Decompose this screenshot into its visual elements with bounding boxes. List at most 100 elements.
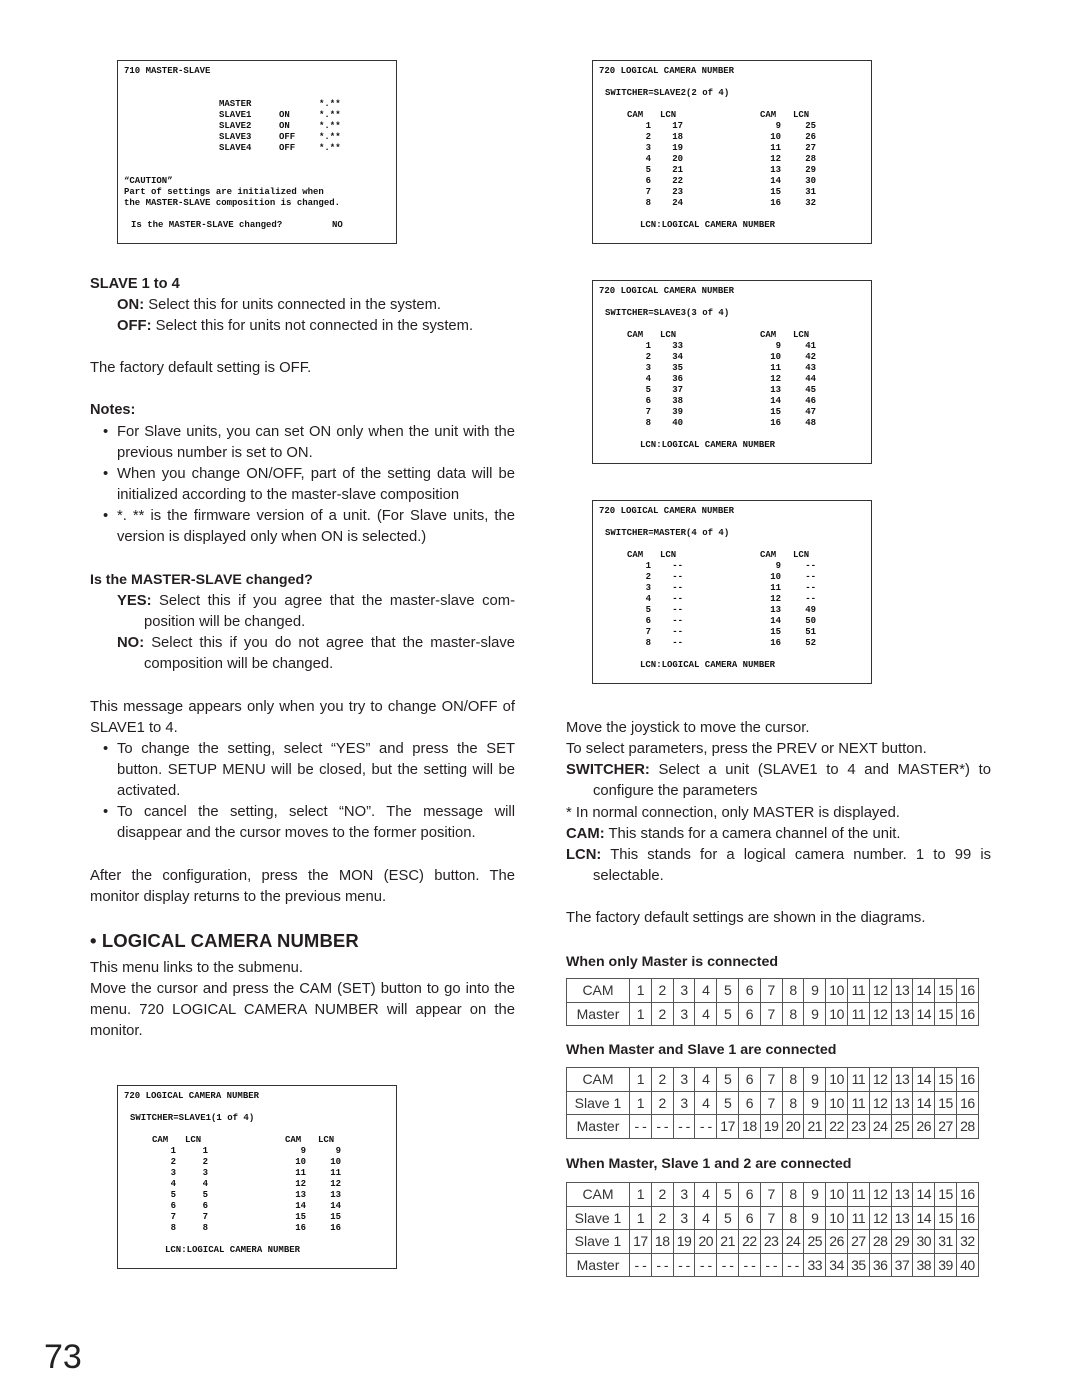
osd-left-lcn-value[interactable]: 1 — [176, 1146, 208, 1157]
osd-right-lcn-value[interactable]: 29 — [785, 165, 816, 176]
table-cell: 40 — [955, 1252, 979, 1277]
osd-right-lcn-value[interactable]: 44 — [785, 374, 816, 385]
osd-right-lcn-value[interactable]: -- — [785, 572, 816, 583]
osd-left-lcn-value[interactable]: 38 — [651, 396, 683, 407]
osd-left-lcn-value[interactable]: 23 — [651, 187, 683, 198]
osd-right-cam-value: 12 — [770, 154, 781, 164]
osd-left-lcn-value[interactable]: 35 — [651, 363, 683, 374]
table-cell: 3 — [672, 1182, 696, 1207]
table-cell: 6 — [737, 1182, 761, 1207]
osd-left-lcn-value[interactable]: 33 — [651, 341, 683, 352]
osd-left-lcn-value[interactable]: 37 — [651, 385, 683, 396]
osd-answer[interactable]: NO — [332, 220, 343, 231]
osd-right-lcn-value[interactable]: 43 — [785, 363, 816, 374]
table-cell: 23 — [759, 1229, 783, 1254]
osd-left-lcn-value[interactable]: 7 — [176, 1212, 208, 1223]
osd-right-cam-value: 16 — [295, 1223, 306, 1233]
osd-right-cam-value: 10 — [770, 352, 781, 362]
table-cell: 11 — [846, 1090, 870, 1115]
osd-right-lcn-value[interactable]: 52 — [785, 638, 816, 649]
osd-left-cam-value: 2 — [645, 352, 651, 362]
table-cell: 10 — [825, 1067, 848, 1092]
osd-right-lcn-value[interactable]: 31 — [785, 187, 816, 198]
table-cell: 2 — [650, 978, 674, 1003]
osd-right-lcn-value[interactable]: -- — [785, 561, 816, 572]
osd-right-lcn-value[interactable]: 50 — [785, 616, 816, 627]
osd-right-lcn-value[interactable]: 51 — [785, 627, 816, 638]
slave-heading: SLAVE 1 to 4 — [90, 276, 180, 292]
osd-header-cam: CAM — [627, 110, 644, 120]
osd-unit-state[interactable]: OFF — [279, 132, 295, 143]
osd-left-lcn-value[interactable]: -- — [651, 594, 683, 605]
osd-right-lcn-value[interactable]: 11 — [310, 1168, 341, 1179]
osd-left-lcn-value[interactable]: 39 — [651, 407, 683, 418]
osd-right-lcn-value[interactable]: 9 — [310, 1146, 341, 1157]
osd-unit-state[interactable]: ON — [279, 110, 290, 121]
osd-left-lcn-value[interactable]: -- — [651, 605, 683, 616]
osd-switcher[interactable]: SWITCHER=SLAVE1(1 of 4) — [130, 1113, 254, 1124]
osd-unit-state[interactable]: ON — [279, 121, 290, 132]
section-intro: This menu links to the submenu. — [90, 960, 304, 976]
table-cell: 16 — [955, 1205, 979, 1230]
osd-right-lcn-value[interactable]: 12 — [310, 1179, 341, 1190]
osd-left-lcn-value[interactable]: -- — [651, 616, 683, 627]
osd-right-lcn-value[interactable]: 27 — [785, 143, 816, 154]
osd-right-lcn-value[interactable]: 32 — [785, 198, 816, 209]
osd-right-lcn-value[interactable]: 25 — [785, 121, 816, 132]
osd-right-lcn-value[interactable]: 13 — [310, 1190, 341, 1201]
osd-left-lcn-value[interactable]: 36 — [651, 374, 683, 385]
osd-left-lcn-value[interactable]: -- — [651, 638, 683, 649]
table-cell: 39 — [934, 1252, 957, 1277]
osd-right-lcn-value[interactable]: 45 — [785, 385, 816, 396]
osd-right-lcn-value[interactable]: 14 — [310, 1201, 341, 1212]
osd-right-lcn-value[interactable]: -- — [785, 583, 816, 594]
osd-unit-version: *.** — [319, 99, 341, 109]
osd-left-lcn-value[interactable]: 19 — [651, 143, 683, 154]
osd-left-lcn-value[interactable]: 21 — [651, 165, 683, 176]
osd-left-lcn-value[interactable]: 18 — [651, 132, 683, 143]
osd-left-lcn-value[interactable]: 40 — [651, 418, 683, 429]
osd-left-lcn-value[interactable]: 3 — [176, 1168, 208, 1179]
osd-left-lcn-value[interactable]: -- — [651, 627, 683, 638]
osd-unit-state[interactable]: OFF — [279, 143, 295, 154]
question-heading: Is the MASTER-SLAVE changed? — [90, 572, 313, 588]
section-instructions: Move the cursor and press the CAM (SET) … — [90, 981, 515, 1040]
osd-left-lcn-value[interactable]: 17 — [651, 121, 683, 132]
table-cell: 27 — [934, 1114, 957, 1139]
osd-left-lcn-value[interactable]: 22 — [651, 176, 683, 187]
osd-left-lcn-value[interactable]: 20 — [651, 154, 683, 165]
osd-right-lcn-value[interactable]: 48 — [785, 418, 816, 429]
osd-right-lcn-value[interactable]: 30 — [785, 176, 816, 187]
osd-right-lcn-value[interactable]: 15 — [310, 1212, 341, 1223]
osd-left-lcn-value[interactable]: 24 — [651, 198, 683, 209]
osd-switcher[interactable]: SWITCHER=MASTER(4 of 4) — [605, 528, 729, 539]
osd-right-lcn-value[interactable]: 41 — [785, 341, 816, 352]
osd-right-lcn-value[interactable]: 10 — [310, 1157, 341, 1168]
osd-switcher[interactable]: SWITCHER=SLAVE3(3 of 4) — [605, 308, 729, 319]
osd-left-lcn-value[interactable]: 5 — [176, 1190, 208, 1201]
osd-right-lcn-value[interactable]: 46 — [785, 396, 816, 407]
table-cell: 6 — [737, 1205, 761, 1230]
osd-left-lcn-value[interactable]: -- — [651, 561, 683, 572]
osd-right-lcn-value[interactable]: 42 — [785, 352, 816, 363]
osd-left-lcn-value[interactable]: 8 — [176, 1223, 208, 1234]
osd-right-lcn-value[interactable]: 47 — [785, 407, 816, 418]
select-params-text: To select parameters, press the PREV or … — [566, 741, 927, 757]
osd-left-lcn-value[interactable]: 4 — [176, 1179, 208, 1190]
message-bullet-text: To cancel the setting, select “NO”. The … — [117, 804, 515, 842]
osd-left-lcn-value[interactable]: 34 — [651, 352, 683, 363]
osd-right-lcn-value[interactable]: -- — [785, 594, 816, 605]
osd-right-lcn-value[interactable]: 26 — [785, 132, 816, 143]
osd-right-lcn-value[interactable]: 28 — [785, 154, 816, 165]
osd-left-lcn-value[interactable]: -- — [651, 572, 683, 583]
osd-left-lcn-value[interactable]: -- — [651, 583, 683, 594]
osd-right-lcn-value[interactable]: 49 — [785, 605, 816, 616]
table-heading: When only Master is connected — [566, 954, 779, 970]
osd-left-cam-value: 3 — [170, 1168, 176, 1178]
osd-switcher[interactable]: SWITCHER=SLAVE2(2 of 4) — [605, 88, 729, 99]
table-cell: 14 — [912, 1067, 936, 1092]
osd-left-lcn-value[interactable]: 2 — [176, 1157, 208, 1168]
osd-right-lcn-value[interactable]: 16 — [310, 1223, 341, 1234]
table-cell: 8 — [781, 978, 805, 1003]
osd-left-lcn-value[interactable]: 6 — [176, 1201, 208, 1212]
